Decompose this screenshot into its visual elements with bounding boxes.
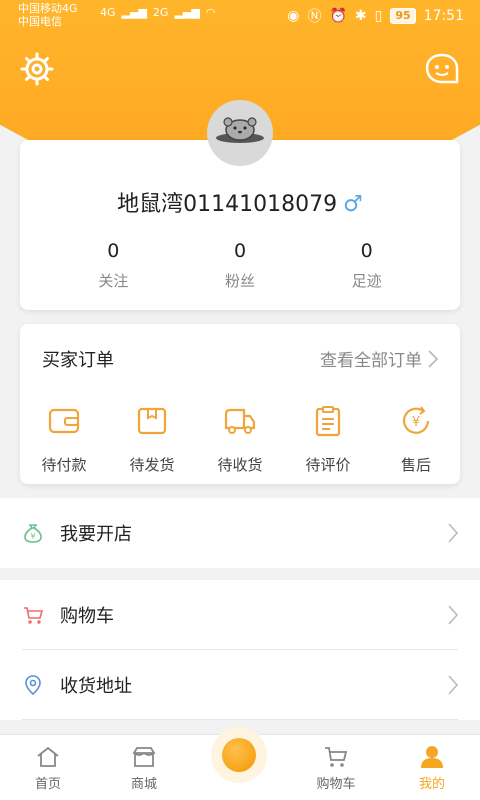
order-after-sales[interactable]: ¥ 售后 [376,404,456,475]
clock: 17:51 [423,8,464,24]
tab-mall[interactable]: 商城 [96,735,192,800]
orange-circle-icon [222,738,256,772]
stat-value: 0 [360,240,373,262]
gear-icon[interactable] [20,52,54,86]
chevron-right-icon [428,349,438,368]
tab-label: 购物车 [316,777,356,792]
stat-value: 0 [233,240,247,262]
center-action-button[interactable] [211,727,267,783]
signal-indicators: 4G ▂▄▆ 2G ▂▄▆ ◠ [100,6,215,19]
username-row[interactable]: 地鼠湾01141018079 ♂ [20,186,460,218]
network-2: 2G [152,6,169,19]
username: 地鼠湾01141018079 [117,192,338,217]
open-shop-label: 我要开店 [60,524,132,545]
address-label: 收货地址 [60,676,132,697]
address-row[interactable]: 收货地址 [0,650,480,720]
wallet-icon [48,408,80,434]
stat-value: 0 [107,240,120,262]
bluetooth-icon: ✱ [354,8,367,24]
svg-text:¥: ¥ [30,532,35,541]
message-icon[interactable] [424,52,460,86]
carrier-info: 中国移动4G 中国电信 [18,2,78,28]
order-pending-shipment[interactable]: 待发货 [112,404,192,475]
battery-indicator: 95 [390,8,416,24]
profile-stats: 0 关注 0 粉丝 0 足迹 [20,240,460,291]
money-bag-icon: ¥ [24,524,42,543]
eye-icon: ◉ [287,8,300,24]
stat-fans[interactable]: 0 粉丝 [177,240,304,291]
stat-following[interactable]: 0 关注 [50,240,177,291]
cart-icon [325,747,348,767]
cart-row[interactable]: 购物车 [0,580,480,650]
package-icon [137,407,167,435]
order-pending-payment[interactable]: 待付款 [24,404,104,475]
carrier-1: 中国移动4G [18,2,78,15]
view-all-label: 查看全部订单 [320,351,422,371]
cart-icon [24,607,44,624]
truck-icon [224,408,256,434]
tab-mine[interactable]: 我的 [384,735,480,800]
signal-icon-2: ▂▄▆ [174,6,200,19]
stat-label: 足迹 [351,272,382,290]
stat-label: 关注 [98,272,129,290]
order-item-label: 待评价 [305,456,351,474]
order-item-label: 待收货 [217,456,263,474]
tab-center[interactable] [192,727,288,800]
store-icon [132,747,156,767]
refund-icon: ¥ [402,406,430,434]
order-item-label: 待付款 [41,456,87,474]
status-right: ◉ Ⓝ ⏰ ✱ ▯ 95 17:51 [287,6,464,26]
chevron-right-icon [448,523,458,543]
chevron-right-icon [448,605,458,625]
stat-footprint[interactable]: 0 足迹 [303,240,430,291]
gender-icon: ♂ [343,192,363,217]
open-shop-row[interactable]: ¥ 我要开店 [0,498,480,568]
tab-label: 我的 [418,777,445,792]
location-pin-icon [25,675,41,696]
home-icon [37,746,59,767]
tab-home[interactable]: 首页 [0,735,96,800]
vibrate-icon: ▯ [374,8,383,24]
chevron-right-icon [448,675,458,695]
order-status-list: 待付款 待发货 待收货 待评价 ¥ 售后 [20,404,460,475]
order-pending-receipt[interactable]: 待收货 [200,404,280,475]
order-card: 买家订单 查看全部订单 待付款 待发货 待收货 待评价 ¥ 售后 [20,324,460,484]
svg-text:¥: ¥ [412,415,420,430]
avatar[interactable] [207,100,273,166]
person-icon [421,746,443,768]
stat-label: 粉丝 [225,272,256,290]
status-bar: 中国移动4G 中国电信 4G ▂▄▆ 2G ▂▄▆ ◠ ◉ Ⓝ ⏰ ✱ ▯ 95… [0,0,480,32]
divider [22,719,458,720]
bottom-tab-bar: 首页 商城 购物车 我的 [0,727,480,800]
order-title: 买家订单 [42,350,114,371]
tab-label: 首页 [34,777,61,792]
signal-icon: ▂▄▆ [121,6,147,19]
cart-label: 购物车 [60,606,114,627]
alarm-icon: ⏰ [329,8,347,24]
tab-cart[interactable]: 购物车 [288,735,384,800]
gopher-icon [216,117,264,143]
carrier-2: 中国电信 [18,15,62,28]
order-item-label: 售后 [400,456,431,474]
order-item-label: 待发货 [129,456,175,474]
view-all-orders-link[interactable]: 查看全部订单 [320,346,438,371]
nfc-icon: Ⓝ [307,9,322,25]
review-icon [315,406,341,437]
order-pending-review[interactable]: 待评价 [288,404,368,475]
network-1: 4G [100,6,116,19]
tab-label: 商城 [130,777,157,792]
wifi-icon: ◠ [205,6,216,19]
